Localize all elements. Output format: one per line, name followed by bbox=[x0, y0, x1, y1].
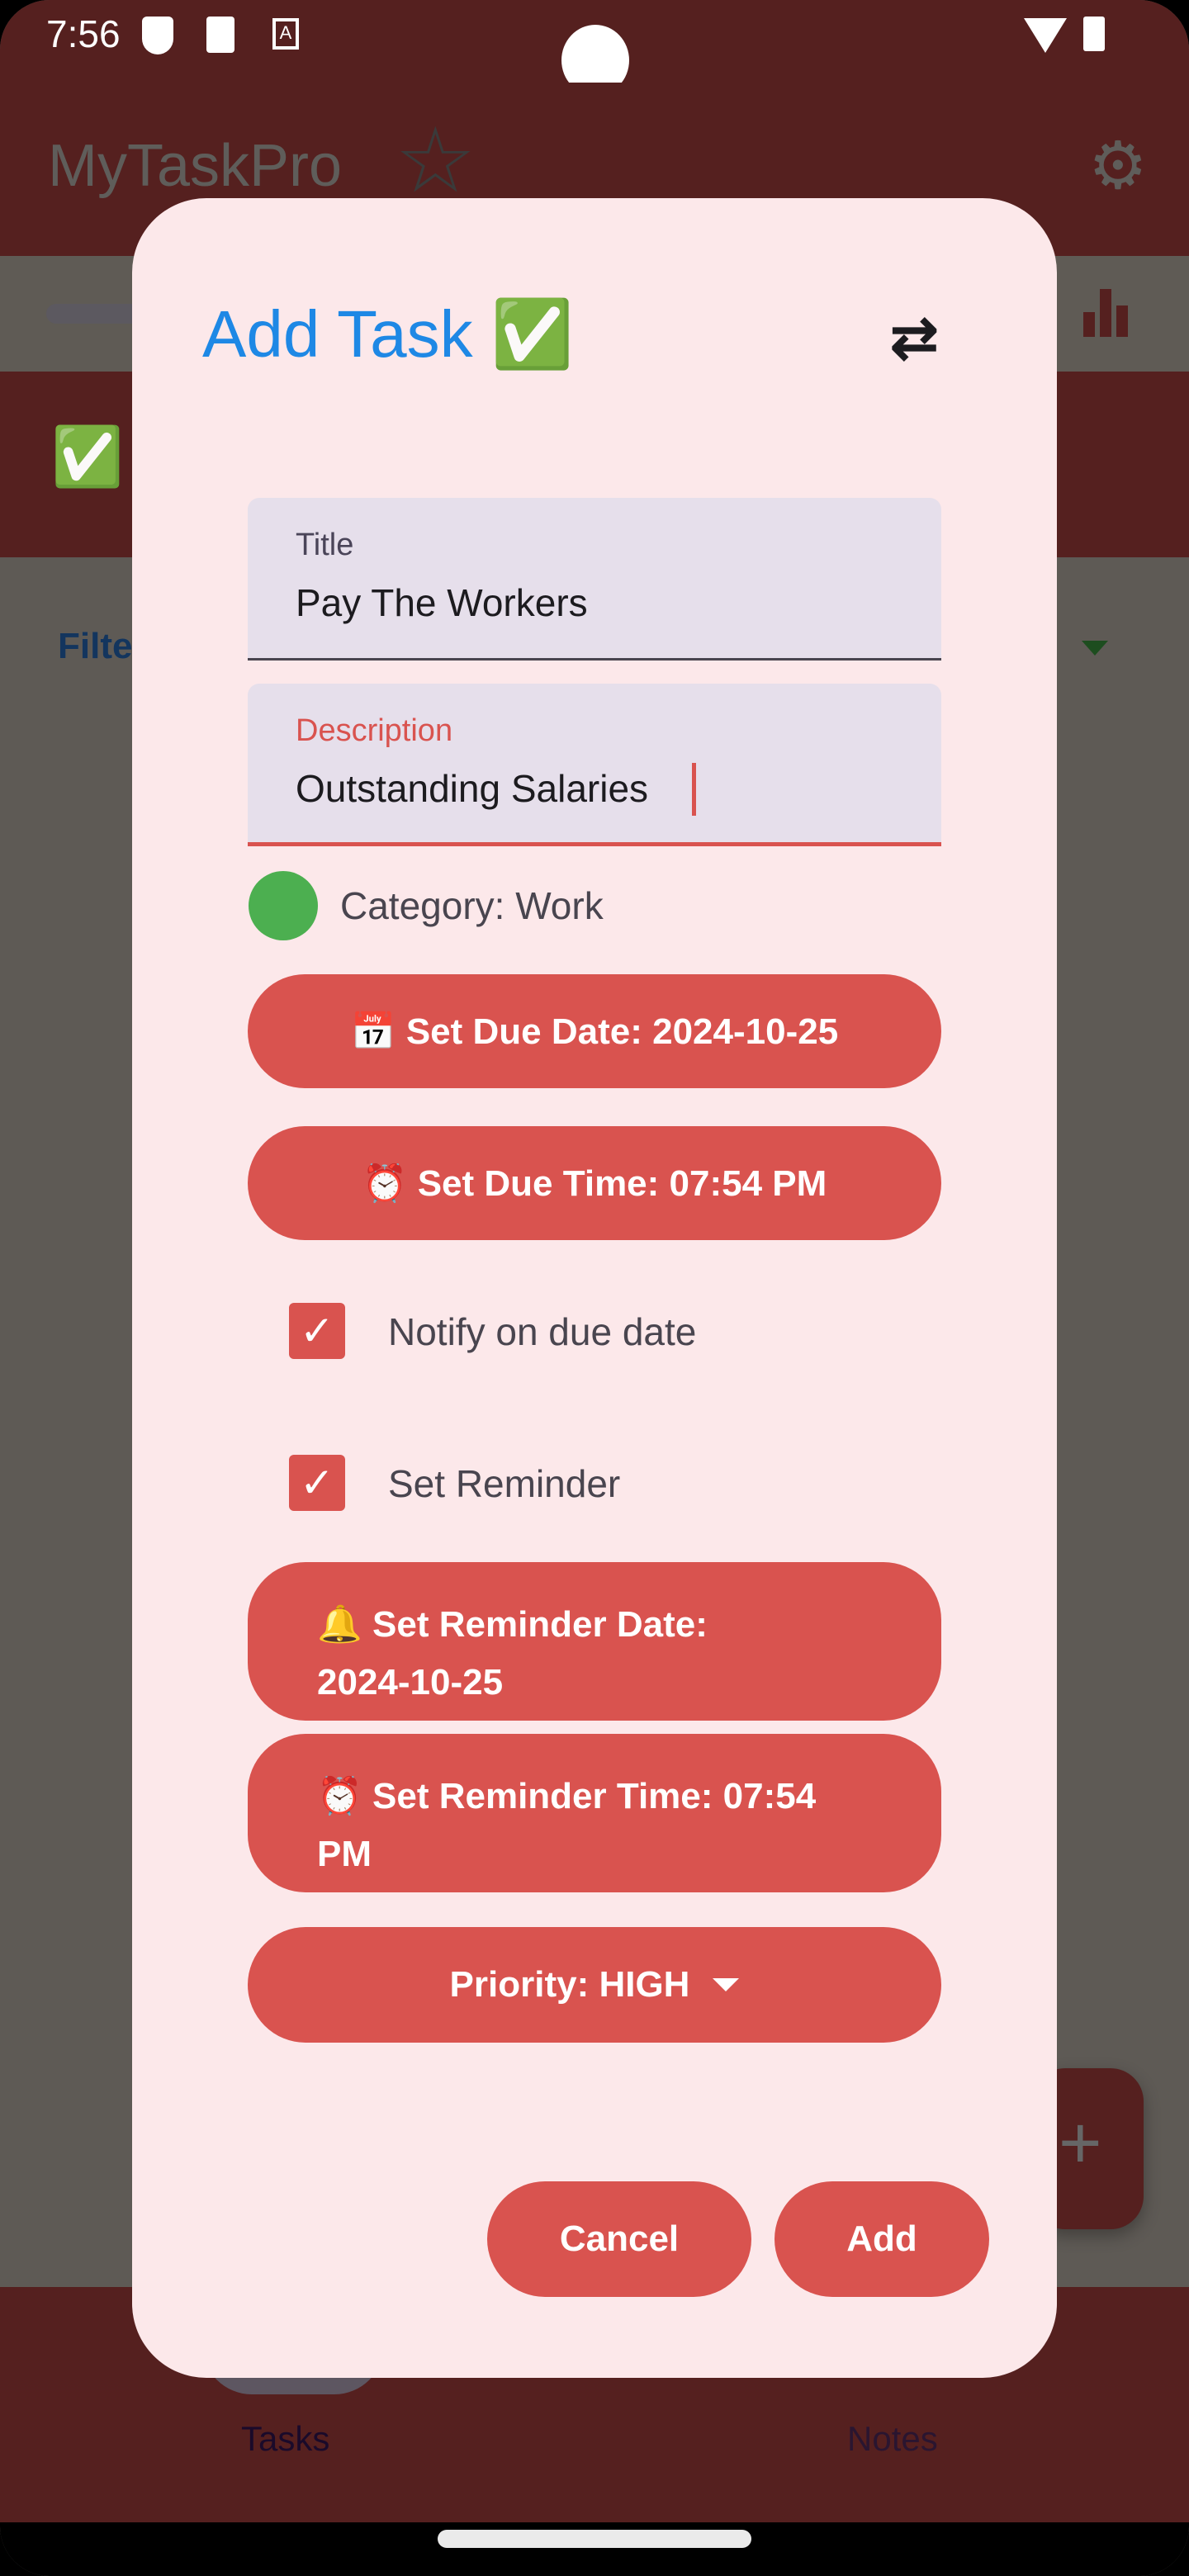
add-button[interactable]: Add bbox=[775, 2181, 989, 2297]
priority-dropdown[interactable]: Priority: HIGH bbox=[248, 1927, 941, 2043]
cancel-button[interactable]: Cancel bbox=[487, 2181, 751, 2297]
priority-label: Priority: HIGH bbox=[449, 1964, 690, 2005]
title-field-value: Pay The Workers bbox=[296, 581, 588, 624]
home-handle[interactable] bbox=[438, 2530, 751, 2548]
screen: 7:56 A MyTaskPro ☆ ⚙ ✅ Filter + Tasks No… bbox=[0, 0, 1189, 2576]
category-color-dot[interactable] bbox=[249, 871, 318, 940]
description-field-label: Description bbox=[296, 713, 453, 748]
reminder-label: Set Reminder bbox=[388, 1462, 621, 1505]
notify-label: Notify on due date bbox=[388, 1310, 697, 1353]
description-field[interactable]: Description Outstanding Salaries bbox=[248, 684, 941, 846]
system-nav bbox=[0, 2522, 1189, 2576]
set-reminder-date-button[interactable]: 🔔 Set Reminder Date: 2024-10-25 bbox=[248, 1562, 941, 1721]
dialog-title: Add Task ✅ bbox=[202, 297, 574, 371]
dropdown-arrow-icon bbox=[713, 1978, 740, 1991]
notify-checkbox[interactable]: ✓ bbox=[289, 1303, 345, 1359]
add-task-dialog: Add Task ✅ ⇄ Title Pay The Workers Descr… bbox=[132, 198, 1057, 2378]
title-field-label: Title bbox=[296, 528, 354, 562]
set-due-date-button[interactable]: 📅 Set Due Date: 2024-10-25 bbox=[248, 974, 941, 1088]
set-reminder-time-button[interactable]: ⏰ Set Reminder Time: 07:54 PM bbox=[248, 1734, 941, 1892]
reminder-checkbox[interactable]: ✓ bbox=[289, 1455, 345, 1511]
text-cursor bbox=[692, 763, 696, 816]
set-due-time-button[interactable]: ⏰ Set Due Time: 07:54 PM bbox=[248, 1126, 941, 1240]
title-field[interactable]: Title Pay The Workers bbox=[248, 498, 941, 661]
description-field-value: Outstanding Salaries bbox=[296, 767, 649, 810]
repeat-icon[interactable]: ⇄ bbox=[890, 304, 939, 372]
category-label[interactable]: Category: Work bbox=[340, 883, 604, 928]
